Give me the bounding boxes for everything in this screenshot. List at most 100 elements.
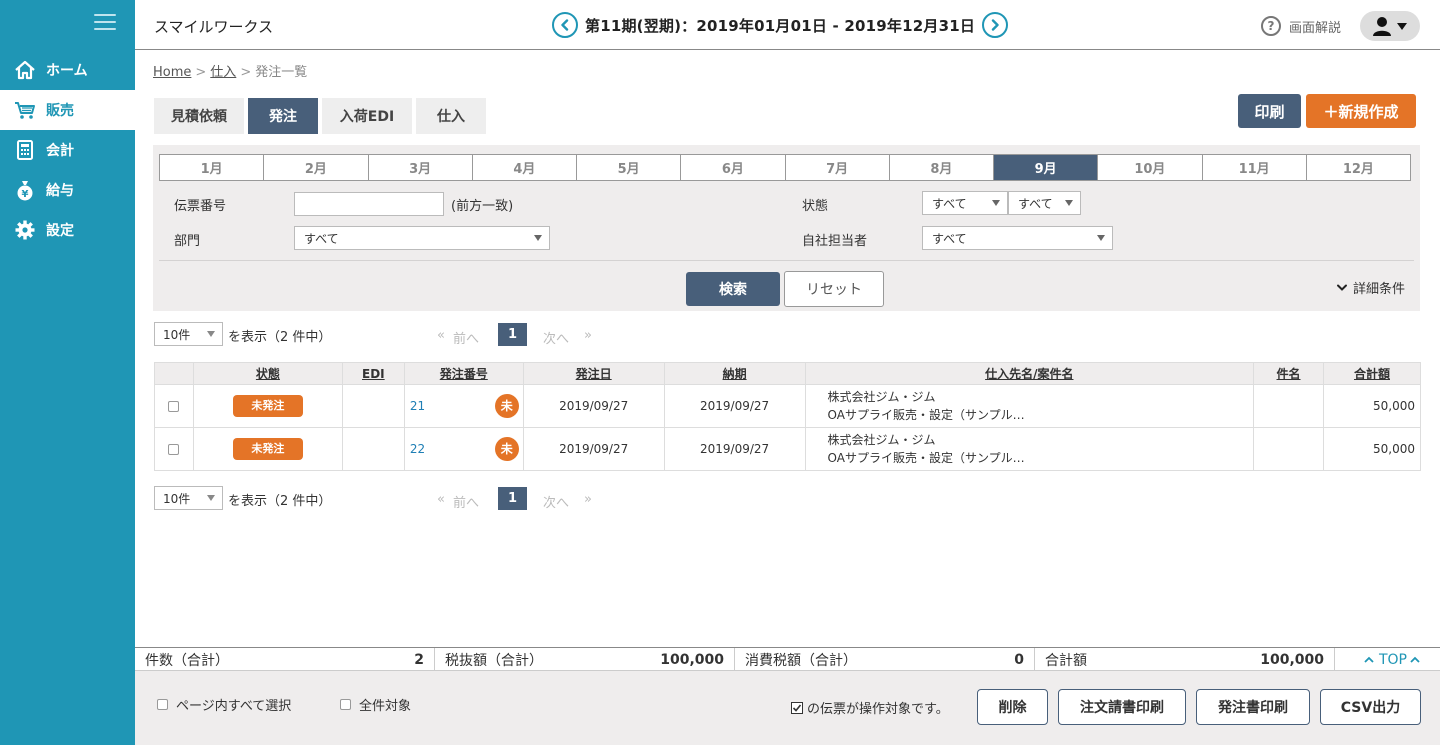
last-page-link-bottom[interactable]: » [584, 492, 592, 507]
search-button[interactable]: 検索 [686, 272, 780, 306]
month-tab[interactable]: 2月 [264, 155, 369, 180]
month-tab[interactable]: 5月 [577, 155, 682, 180]
supplier-name: 株式会社ジム・ジム [827, 433, 936, 447]
breadcrumb-home-link[interactable]: Home [153, 65, 191, 80]
row-select-cell [154, 427, 194, 471]
sidebar-item-payroll[interactable]: ¥ 給与 [0, 170, 135, 210]
sidebar-item-home[interactable]: ホーム [0, 50, 135, 90]
first-page-link[interactable]: « [437, 328, 445, 343]
caret-down-icon [207, 495, 215, 501]
back-to-top-button[interactable]: TOP [1344, 648, 1440, 671]
summary-total-value: 100,000 [1260, 651, 1324, 668]
row-checkbox[interactable] [168, 443, 180, 455]
slip-number-input[interactable] [294, 192, 444, 216]
due-date-header[interactable]: 納期 [663, 362, 806, 385]
month-tab[interactable]: 6月 [681, 155, 786, 180]
reset-button[interactable]: リセット [784, 271, 884, 307]
tab-arrival-edi[interactable]: 入荷EDI [322, 98, 412, 134]
order-number-cell: 21 未 [403, 384, 524, 428]
select-all-checkbox[interactable]: 全件対象 [340, 695, 411, 714]
table-row[interactable]: 未発注 22 未 2019/09/27 2019/09/27 株式会社ジム・ジム… [154, 427, 1422, 471]
order-number-link[interactable]: 22 [410, 442, 425, 456]
prev-page-link[interactable]: 前へ [453, 328, 479, 347]
filter-divider [159, 260, 1414, 261]
month-tab[interactable]: 4月 [473, 155, 577, 180]
cart-icon [14, 99, 36, 121]
staff-select[interactable]: すべて [922, 226, 1113, 250]
sidebar-item-settings[interactable]: 設定 [0, 210, 135, 250]
month-tab[interactable]: 8月 [890, 155, 994, 180]
tab-purchase[interactable]: 仕入 [416, 98, 486, 134]
status-header[interactable]: 状態 [192, 362, 343, 385]
order-date-cell: 2019/09/27 [522, 427, 665, 471]
sidebar-item-sales[interactable]: 販売 [0, 90, 135, 130]
period-selector: 第11期(翌期)：2019年01月01日 - 2019年12月31日 [552, 12, 1009, 38]
help-link[interactable]: ? 画面解説 [1261, 16, 1341, 36]
order-request-print-button[interactable]: 注文請書印刷 [1058, 689, 1186, 725]
unissued-mark: 未 [494, 437, 519, 461]
user-menu-button[interactable] [1360, 11, 1420, 41]
order-number-header[interactable]: 発注番号 [403, 362, 524, 385]
month-tab[interactable]: 12月 [1307, 155, 1410, 180]
order-date-header[interactable]: 発注日 [522, 362, 665, 385]
summary-tax-value: 0 [1014, 651, 1024, 668]
top-header: スマイルワークス 第11期(翌期)：2019年01月01日 - 2019年12月… [135, 0, 1440, 50]
breadcrumb-separator: > [195, 65, 207, 80]
month-tab[interactable]: 7月 [786, 155, 890, 180]
breadcrumb-purchase-link[interactable]: 仕入 [210, 65, 236, 80]
next-page-link-bottom[interactable]: 次へ [543, 492, 569, 511]
status-select-1[interactable]: すべて [922, 191, 1008, 215]
prev-period-button[interactable] [552, 12, 578, 38]
department-select[interactable]: すべて [294, 226, 550, 250]
supplier-header[interactable]: 仕入先名/案件名 [804, 362, 1255, 385]
month-tab[interactable]: 3月 [369, 155, 473, 180]
month-tab[interactable]: 10月 [1098, 155, 1203, 180]
department-select-value: すべて [304, 231, 339, 246]
next-page-link[interactable]: 次へ [543, 328, 569, 347]
money-bag-icon: ¥ [14, 179, 36, 201]
status-select-2-value: すべて [1018, 196, 1053, 211]
total-header[interactable]: 合計額 [1322, 362, 1422, 385]
subject-header[interactable]: 件名 [1253, 362, 1324, 385]
hamburger-menu-icon[interactable] [94, 14, 116, 32]
edi-header[interactable]: EDI [341, 362, 405, 385]
csv-export-button[interactable]: CSV出力 [1320, 689, 1421, 725]
sidebar-item-accounting[interactable]: 会計 [0, 130, 135, 170]
staff-select-value: すべて [932, 231, 967, 246]
checkbox-box [340, 699, 351, 710]
tab-quote-request[interactable]: 見積依頼 [154, 98, 244, 134]
sidebar: ホーム 販売 会計 ¥ 給与 設定 [0, 0, 135, 745]
chevron-up-icon [1410, 656, 1420, 663]
prev-page-link-bottom[interactable]: 前へ [453, 492, 479, 511]
current-page-bottom[interactable]: 1 [498, 487, 527, 510]
page-size-select-bottom[interactable]: 10件 [154, 486, 223, 510]
status-select-2[interactable]: すべて [1008, 191, 1081, 215]
print-button[interactable]: 印刷 [1238, 94, 1301, 128]
supplier-cell: 株式会社ジム・ジム OAサプライ販売・設定（サンプル… [804, 384, 1255, 428]
order-number-link[interactable]: 21 [410, 399, 425, 413]
month-tab-active[interactable]: 9月 [994, 155, 1099, 180]
month-tab[interactable]: 1月 [160, 155, 265, 180]
detail-conditions-toggle[interactable]: 詳細条件 [1336, 278, 1405, 297]
summary-pretax: 税抜額（合計） 100,000 [435, 648, 735, 671]
page-size-select[interactable]: 10件 [154, 322, 223, 346]
select-all-label: 全件対象 [359, 699, 412, 714]
first-page-link-bottom[interactable]: « [437, 492, 445, 507]
caret-down-icon [1397, 23, 1407, 30]
row-checkbox[interactable] [168, 400, 180, 412]
delete-button[interactable]: 削除 [977, 689, 1048, 725]
month-tab[interactable]: 11月 [1203, 155, 1307, 180]
current-page[interactable]: 1 [498, 323, 527, 346]
next-period-button[interactable] [982, 12, 1009, 38]
summary-tax-label: 消費税額（合計） [745, 652, 857, 669]
tab-order[interactable]: 発注 [248, 98, 318, 134]
sidebar-item-label: 会計 [46, 143, 74, 159]
table-row[interactable]: 未発注 21 未 2019/09/27 2019/09/27 株式会社ジム・ジム… [154, 384, 1422, 428]
select-page-checkbox[interactable]: ページ内すべて選択 [157, 695, 291, 714]
total-cell: 50,000 [1322, 427, 1422, 471]
new-create-button[interactable]: ＋新規作成 [1306, 94, 1416, 128]
summary-count: 件数（合計） 2 [135, 648, 435, 671]
order-print-button[interactable]: 発注書印刷 [1196, 689, 1310, 725]
month-selector: 1月 2月 3月 4月 5月 6月 7月 8月 9月 10月 11月 12月 [159, 154, 1411, 181]
last-page-link[interactable]: » [584, 328, 592, 343]
